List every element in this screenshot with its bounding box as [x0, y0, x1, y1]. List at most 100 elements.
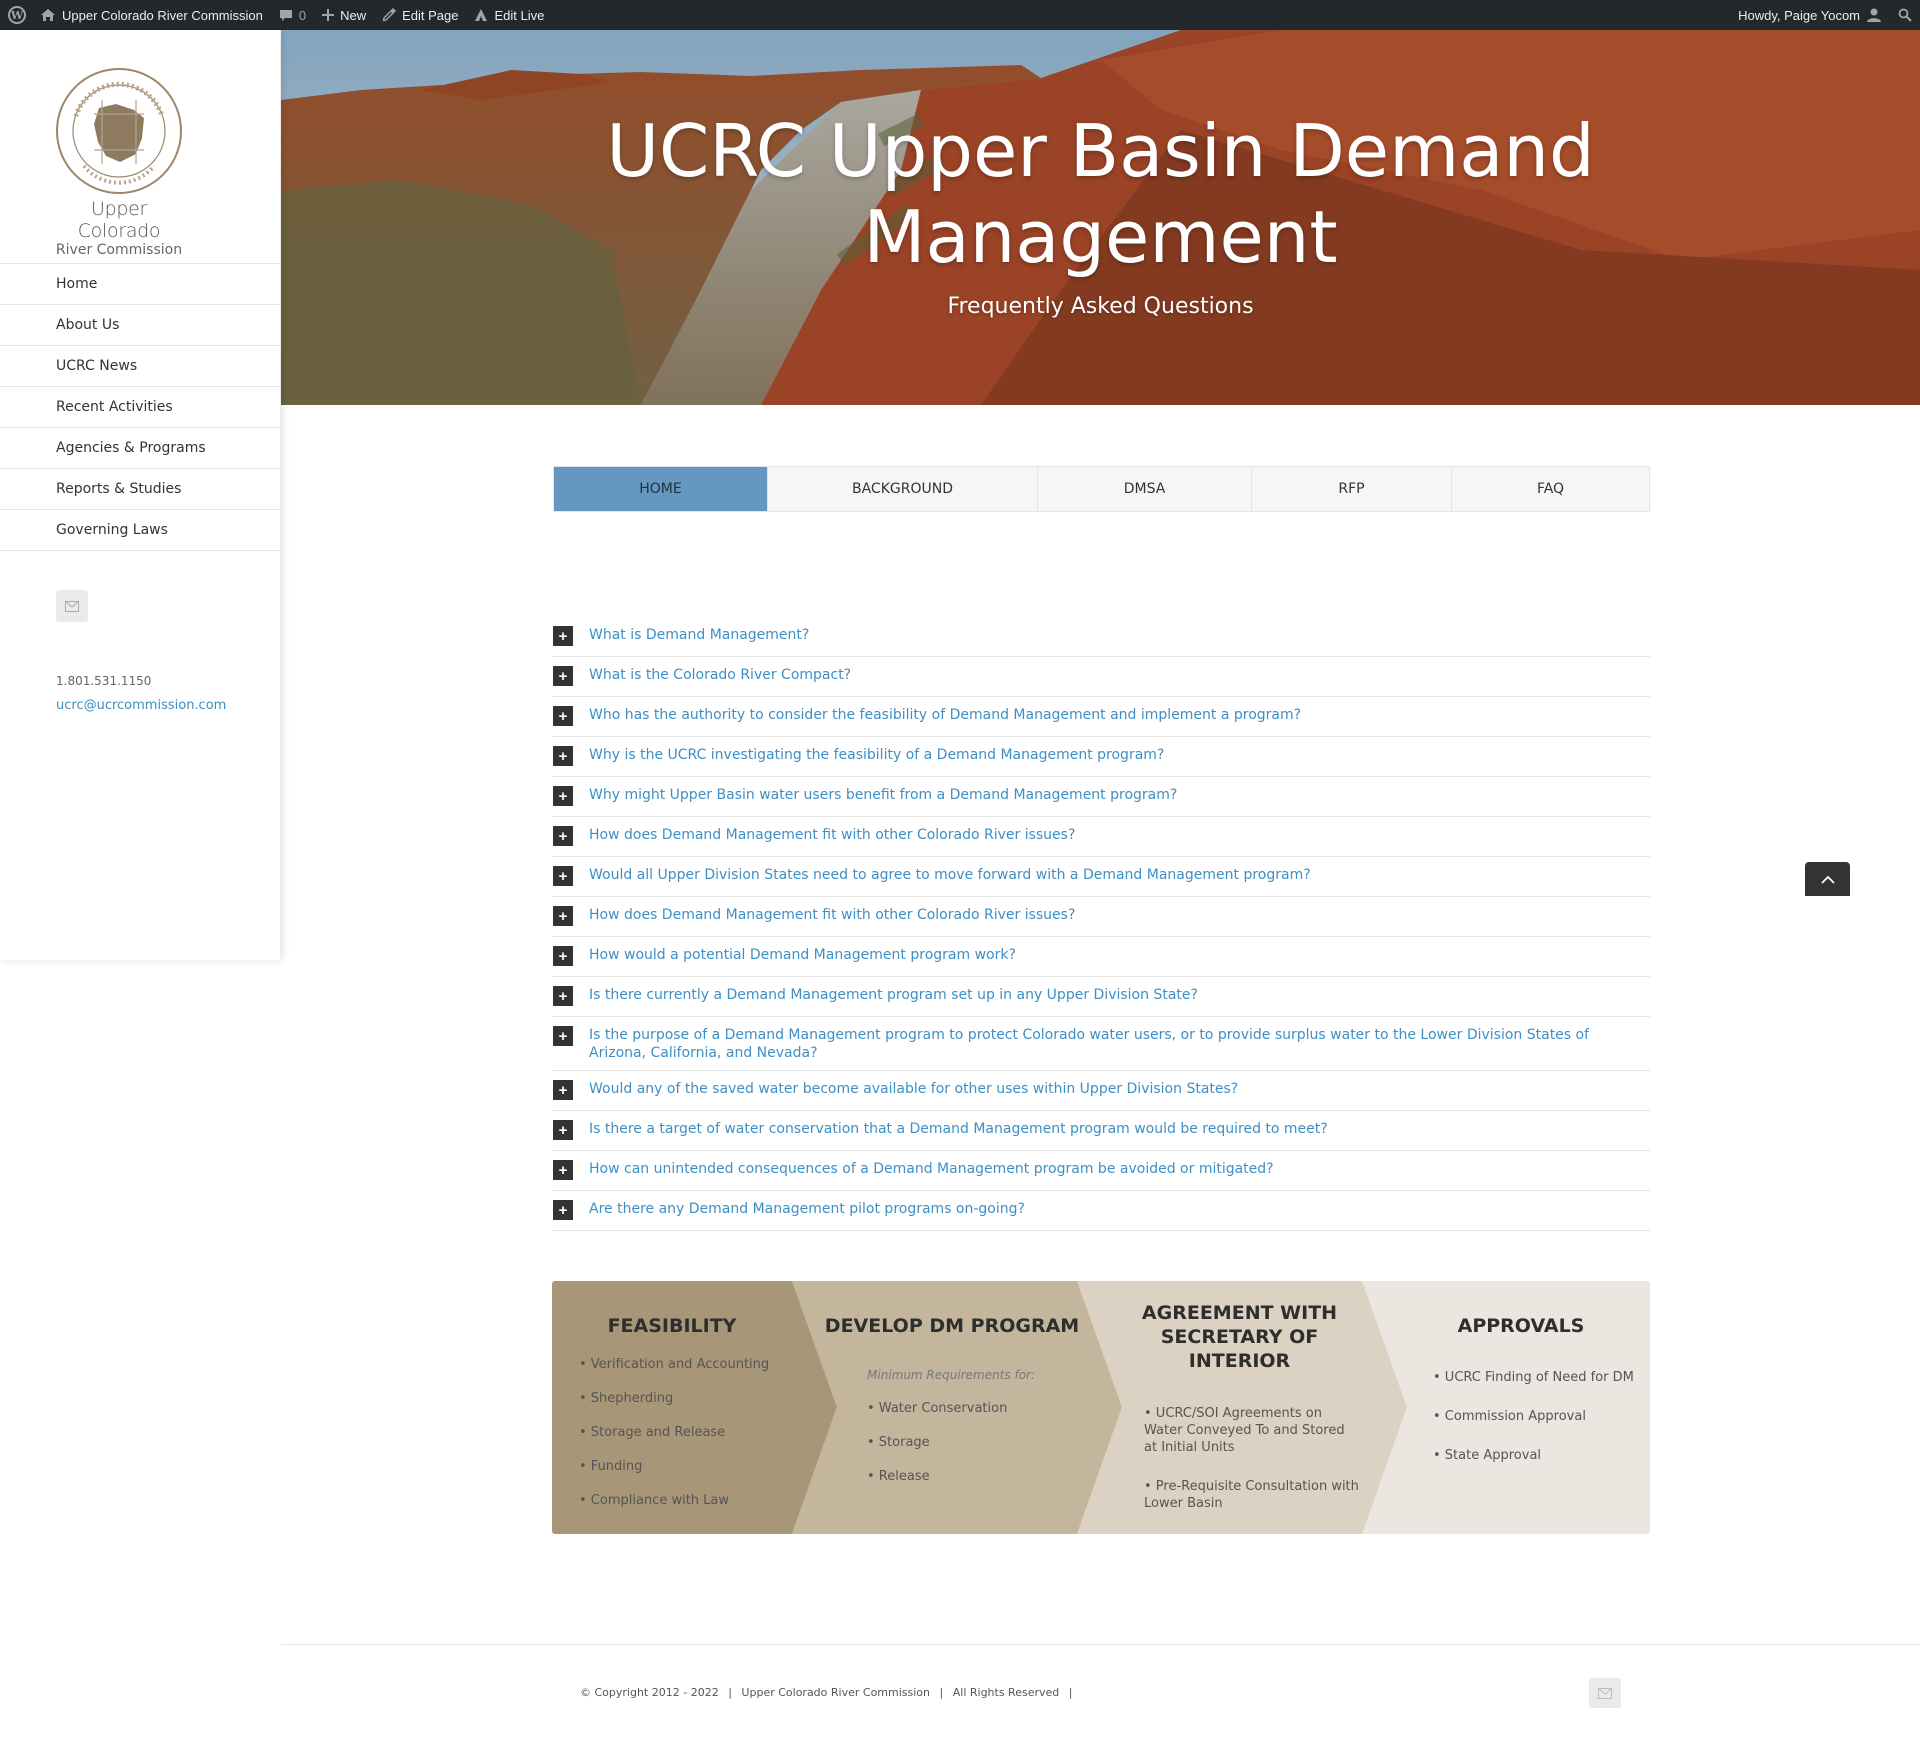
page-title: UCRC Upper Basin Demand Management [281, 108, 1920, 280]
nav-item-governing-laws[interactable]: Governing Laws [0, 510, 280, 551]
faq-item[interactable]: + How can unintended consequences of a De… [552, 1151, 1650, 1191]
nav-item-ucrc-news[interactable]: UCRC News [0, 346, 280, 387]
page-title-line2: Management [863, 195, 1338, 279]
stage-approvals: APPROVALS • UCRC Finding of Need for DM … [1392, 1281, 1650, 1534]
stage-list: • UCRC/SOI Agreements on Water Conveyed … [1144, 1405, 1359, 1512]
plus-icon [322, 9, 335, 21]
wordpress-icon: W [8, 6, 26, 24]
faq-item[interactable]: + Is there a target of water conservation… [552, 1111, 1650, 1151]
footer-separator: | [728, 1686, 732, 1699]
stage-item: • Pre-Requisite Consultation with Lower … [1144, 1479, 1359, 1511]
scroll-to-top-button[interactable] [1805, 862, 1850, 896]
tab-rfp[interactable]: RFP [1252, 467, 1452, 511]
expand-plus-icon[interactable]: + [553, 666, 573, 686]
contact-email-link[interactable]: ucrc@ucrcommission.com [56, 698, 226, 713]
new-content-link[interactable]: New [314, 0, 374, 30]
site-logo[interactable]: Upper Colorado River Commission [52, 66, 186, 258]
admin-bar: W Upper Colorado River Commission 0 New … [0, 0, 1920, 30]
admin-search-button[interactable] [1890, 0, 1920, 30]
faq-question[interactable]: Would all Upper Division States need to … [589, 864, 1650, 884]
footer-separator: | [939, 1686, 944, 1699]
expand-plus-icon[interactable]: + [553, 786, 573, 806]
faq-question[interactable]: Who has the authority to consider the fe… [589, 704, 1650, 724]
nav-item-about-us[interactable]: About Us [0, 305, 280, 346]
page-title-bar: UCRC Upper Basin Demand Management Frequ… [281, 30, 1920, 405]
expand-plus-icon[interactable]: + [553, 626, 573, 646]
nav-item-home[interactable]: Home [0, 264, 280, 305]
faq-item[interactable]: + How would a potential Demand Management… [552, 937, 1650, 977]
faq-question[interactable]: What is Demand Management? [589, 624, 1650, 644]
faq-question[interactable]: Is there a target of water conservation … [589, 1118, 1650, 1138]
stage-item: • State Approval [1433, 1448, 1542, 1463]
faq-question[interactable]: Are there any Demand Management pilot pr… [589, 1198, 1650, 1218]
faq-question[interactable]: Why might Upper Basin water users benefi… [589, 784, 1650, 804]
tab-faq[interactable]: FAQ [1452, 467, 1649, 511]
process-graphic: FEASIBILITY • Verification and Accountin… [552, 1281, 1650, 1534]
faq-item[interactable]: + Would any of the saved water become ava… [552, 1071, 1650, 1111]
faq-question[interactable]: Why is the UCRC investigating the feasib… [589, 744, 1650, 764]
expand-plus-icon[interactable]: + [553, 746, 573, 766]
stage-item: • Verification and Accounting [579, 1357, 770, 1372]
logo-title-line2: River Commission [55, 242, 183, 258]
expand-plus-icon[interactable]: + [553, 1026, 573, 1046]
edit-live-link[interactable]: Edit Live [466, 0, 552, 30]
expand-plus-icon[interactable]: + [553, 1120, 573, 1140]
stage-title: FEASIBILITY [607, 1315, 737, 1337]
faq-item[interactable]: + Why is the UCRC investigating the feasi… [552, 737, 1650, 777]
faq-question[interactable]: How does Demand Management fit with othe… [589, 904, 1650, 924]
pencil-icon [382, 8, 397, 22]
expand-plus-icon[interactable]: + [553, 906, 573, 926]
faq-item[interactable]: + What is Demand Management? [552, 617, 1650, 657]
email-social-button[interactable] [56, 590, 88, 622]
expand-plus-icon[interactable]: + [553, 986, 573, 1006]
chevron-up-icon [1820, 875, 1835, 884]
footer-email-button[interactable] [1589, 1678, 1621, 1708]
tab-dmsa[interactable]: DMSA [1038, 467, 1252, 511]
faq-question[interactable]: Is the purpose of a Demand Management pr… [589, 1024, 1650, 1062]
expand-plus-icon[interactable]: + [553, 1200, 573, 1220]
expand-plus-icon[interactable]: + [553, 1080, 573, 1100]
faq-item[interactable]: + Is the purpose of a Demand Management p… [552, 1017, 1650, 1071]
comments-link[interactable]: 0 [271, 0, 314, 30]
stage-agreement-with-secretary: AGREEMENT WITH SECRETARY OF INTERIOR • U… [1107, 1281, 1372, 1534]
faq-question[interactable]: How would a potential Demand Management … [589, 944, 1650, 964]
nav-item-recent-activities[interactable]: Recent Activities [0, 387, 280, 428]
comments-count: 0 [298, 7, 307, 23]
faq-item[interactable]: + What is the Colorado River Compact? [552, 657, 1650, 697]
faq-item[interactable]: + Why might Upper Basin water users benef… [552, 777, 1650, 817]
stage-list: • UCRC Finding of Need for DM • Commissi… [1433, 1369, 1650, 1464]
comment-icon [279, 9, 293, 22]
site-name-link[interactable]: Upper Colorado River Commission [32, 0, 271, 30]
expand-plus-icon[interactable]: + [553, 706, 573, 726]
faq-question[interactable]: What is the Colorado River Compact? [589, 664, 1650, 684]
expand-plus-icon[interactable]: + [553, 866, 573, 886]
user-account-menu[interactable]: Howdy, Paige Yocom [1730, 0, 1890, 30]
faq-item[interactable]: + Who has the authority to consider the f… [552, 697, 1650, 737]
faq-question[interactable]: How can unintended consequences of a Dem… [589, 1158, 1650, 1178]
footer-org-name: Upper Colorado River Commission [741, 1686, 931, 1699]
stage-item: • Compliance with Law [579, 1493, 730, 1508]
page-subtitle: Frequently Asked Questions [947, 294, 1254, 319]
faq-question[interactable]: Is there currently a Demand Management p… [589, 984, 1650, 1004]
stage-title: AGREEMENT WITH SECRETARY OF INTERIOR [1107, 1301, 1372, 1373]
stage-item: • Storage and Release [579, 1425, 726, 1440]
wordpress-menu[interactable]: W [2, 0, 32, 30]
faq-item[interactable]: + Would all Upper Division States need to… [552, 857, 1650, 897]
expand-plus-icon[interactable]: + [553, 1160, 573, 1180]
faq-question[interactable]: Would any of the saved water become avai… [589, 1078, 1650, 1098]
commission-seal-icon [56, 68, 182, 194]
expand-plus-icon[interactable]: + [553, 946, 573, 966]
faq-item[interactable]: + How does Demand Management fit with oth… [552, 817, 1650, 857]
expand-plus-icon[interactable]: + [553, 826, 573, 846]
faq-question[interactable]: How does Demand Management fit with othe… [589, 824, 1650, 844]
edit-page-link[interactable]: Edit Page [374, 0, 466, 30]
faq-item[interactable]: + Is there currently a Demand Management … [552, 977, 1650, 1017]
stage-item: • Storage [867, 1435, 930, 1450]
nav-item-agencies-programs[interactable]: Agencies & Programs [0, 428, 280, 469]
footer-separator: | [1068, 1686, 1073, 1699]
faq-item[interactable]: + How does Demand Management fit with oth… [552, 897, 1650, 937]
nav-item-reports-studies[interactable]: Reports & Studies [0, 469, 280, 510]
tab-background[interactable]: BACKGROUND [768, 467, 1038, 511]
tab-home[interactable]: HOME [554, 467, 768, 511]
faq-item[interactable]: + Are there any Demand Management pilot p… [552, 1191, 1650, 1231]
